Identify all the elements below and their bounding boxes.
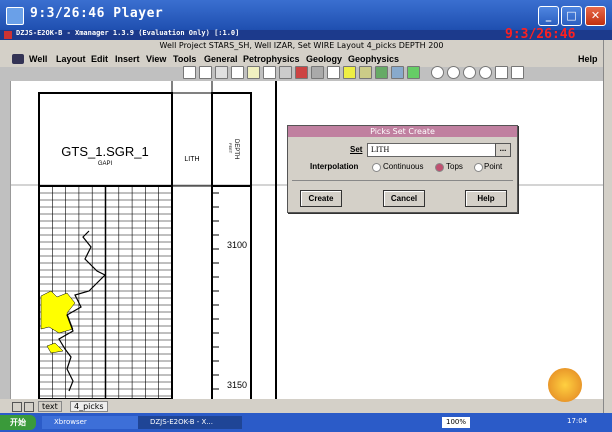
- tops-radio[interactable]: [435, 163, 444, 172]
- menu-geology[interactable]: Geology: [306, 54, 342, 64]
- vertical-scrollbar[interactable]: [603, 40, 612, 413]
- close-button[interactable]: ✕: [585, 6, 606, 26]
- set-input[interactable]: LITH: [367, 143, 496, 157]
- tab-next-icon[interactable]: [24, 402, 34, 412]
- depth-label-3100: 3100: [227, 240, 247, 250]
- minimize-button[interactable]: _: [538, 6, 559, 26]
- mascot-icon: [548, 368, 582, 402]
- clock: 17:04: [567, 417, 588, 425]
- menu-geophysics[interactable]: Geophysics: [348, 54, 399, 64]
- menu-view[interactable]: View: [146, 54, 166, 64]
- depth-label-3150: 3150: [227, 380, 247, 390]
- window-info-bar: Well Project STARS_SH, Well IZAR, Set WI…: [0, 40, 603, 51]
- zoom-indicator: 100%: [442, 417, 470, 428]
- lith-label: LITH: [184, 156, 199, 163]
- app-menu-icon[interactable]: [12, 54, 24, 64]
- start-button[interactable]: 开始: [0, 415, 36, 430]
- xmanager-icon: [4, 31, 12, 39]
- set-label: Set: [350, 145, 363, 154]
- point-label: Point: [484, 162, 503, 171]
- log-grid: [39, 186, 172, 399]
- crossplot-icon[interactable]: [327, 66, 340, 79]
- depth-icon[interactable]: [311, 66, 324, 79]
- menu-well[interactable]: Well: [29, 54, 47, 64]
- toolbar: [183, 66, 528, 82]
- curve-name-label: GTS_1.SGR_1: [61, 144, 148, 159]
- taskbar-item-xbrowser[interactable]: Xbrowser: [42, 416, 144, 429]
- curve-header-box: [38, 92, 173, 187]
- menu-general[interactable]: General: [204, 54, 238, 64]
- zoom-in-icon[interactable]: [431, 66, 444, 79]
- scale-icon[interactable]: [495, 66, 508, 79]
- tab-prev-icon[interactable]: [12, 402, 22, 412]
- depth-header-box: [211, 92, 252, 187]
- zoom-out-icon[interactable]: [447, 66, 460, 79]
- menu-layout[interactable]: Layout: [56, 54, 86, 64]
- maximize-button[interactable]: □: [561, 6, 582, 26]
- browse-button[interactable]: ...: [495, 143, 511, 157]
- print-icon[interactable]: [279, 66, 292, 79]
- undo-icon[interactable]: [263, 66, 276, 79]
- pattern-icon[interactable]: [343, 66, 356, 79]
- help-button[interactable]: Help: [465, 190, 507, 207]
- layer-icon[interactable]: [375, 66, 388, 79]
- grid-icon[interactable]: [511, 66, 524, 79]
- tops-label: Tops: [446, 162, 463, 171]
- wave-icon[interactable]: [407, 66, 420, 79]
- zoom-fit-icon[interactable]: [463, 66, 476, 79]
- tab-4-picks[interactable]: 4_picks: [70, 401, 108, 412]
- dialog-title: Picks Set Create: [288, 126, 517, 137]
- lithology-icon[interactable]: [359, 66, 372, 79]
- lith-header-box: [171, 92, 213, 187]
- taskbar: 开始 Xbrowser DZJS-E2OK-B - X... 100% 17:0…: [0, 413, 612, 432]
- paste-icon[interactable]: [247, 66, 260, 79]
- taskbar-item-xmanager[interactable]: DZJS-E2OK-B - X...: [138, 416, 242, 429]
- menu-help[interactable]: Help: [578, 54, 598, 64]
- curve-icon[interactable]: [391, 66, 404, 79]
- line-tool-icon[interactable]: [199, 66, 212, 79]
- interpolation-label: Interpolation: [310, 162, 359, 171]
- zoom-window-icon[interactable]: [479, 66, 492, 79]
- tab-text[interactable]: text: [38, 401, 62, 412]
- menu-insert[interactable]: Insert: [115, 54, 140, 64]
- dialog-divider: [292, 180, 513, 181]
- pointer-tool-icon[interactable]: [183, 66, 196, 79]
- player-app-icon: [6, 7, 24, 25]
- picks-set-create-dialog: Picks Set Create Set LITH ... Interpolat…: [287, 125, 518, 213]
- cancel-button[interactable]: Cancel: [383, 190, 425, 207]
- create-button[interactable]: Create: [300, 190, 342, 207]
- depth-unit-label: FEET: [228, 143, 233, 154]
- curve-unit-label: GAPI: [98, 161, 113, 167]
- continuous-label: Continuous: [383, 162, 424, 171]
- zone-icon[interactable]: [295, 66, 308, 79]
- point-radio[interactable]: [474, 163, 483, 172]
- xmanager-title: DZJS-E2OK-B - Xmanager 1.3.9 (Evaluation…: [16, 29, 240, 37]
- menu-petrophysics[interactable]: Petrophysics: [243, 54, 300, 64]
- menu-tools[interactable]: Tools: [173, 54, 196, 64]
- layout-tabs: text 4_picks: [0, 399, 603, 413]
- player-title: 9:3/26:46 Player: [30, 6, 164, 21]
- continuous-radio[interactable]: [372, 163, 381, 172]
- menu-edit[interactable]: Edit: [91, 54, 108, 64]
- menu-bar: Well Layout Edit Insert View Tools Gener…: [0, 51, 603, 67]
- scissors-icon[interactable]: [215, 66, 228, 79]
- copy-icon[interactable]: [231, 66, 244, 79]
- depth-ticks: [212, 192, 219, 390]
